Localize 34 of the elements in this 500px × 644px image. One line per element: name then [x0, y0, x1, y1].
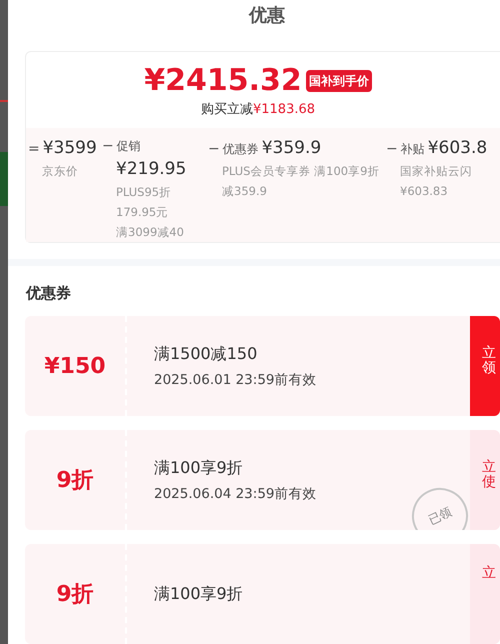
coupon-title: 满1500减150: [154, 342, 258, 365]
coupon-amount: 9折: [56, 466, 94, 494]
breakdown-label: 优惠券: [222, 140, 259, 158]
breakdown-amount: ¥219.95: [115, 158, 188, 181]
final-price: ¥2415.32: [144, 66, 302, 96]
breakdown-note: 国家补贴云闪: [400, 163, 473, 180]
breakdown-note: PLUS会员专享券 满100享9折减359.9: [222, 163, 380, 200]
claim-button[interactable]: 立领: [470, 316, 500, 416]
operator-sign: −: [208, 140, 220, 159]
breakdown-label: 促销: [116, 138, 141, 155]
section-title: 优惠券: [26, 282, 72, 304]
subsidy-badge: 国补到手价: [306, 70, 372, 92]
breakdown-amount: ¥3599: [42, 136, 97, 160]
saving-text: 购买立减¥1183.68: [200, 101, 316, 120]
coupon-validity: 2025.06.04 23:59前有效: [154, 484, 318, 504]
operator-sign: −: [386, 140, 398, 159]
coupon-amount: ¥150: [44, 352, 106, 380]
coupon-amount: 9折: [56, 580, 94, 608]
breakdown-label: 补贴: [400, 140, 425, 158]
breakdown-amount: ¥359.9: [262, 136, 322, 160]
breakdown-note: 179.95元: [116, 204, 170, 222]
claim-button[interactable]: 立: [470, 544, 500, 644]
breakdown-amount: ¥603.8: [428, 136, 488, 160]
coupon-title: 满100享9折: [154, 583, 244, 605]
breakdown-note: 京东价: [42, 163, 79, 180]
claim-button[interactable]: 立使: [470, 430, 500, 530]
operator-sign: −: [102, 136, 114, 156]
breakdown-note: ¥603.83: [400, 183, 449, 200]
operator-sign: =: [28, 140, 40, 159]
breakdown-note: PLUS95折: [116, 184, 172, 202]
breakdown-note: 满3099减40: [116, 224, 185, 242]
coupon-validity: 2025.06.01 23:59前有效: [154, 370, 318, 390]
panel-title: 优惠: [249, 4, 285, 28]
coupon-title: 满100享9折: [154, 456, 244, 479]
